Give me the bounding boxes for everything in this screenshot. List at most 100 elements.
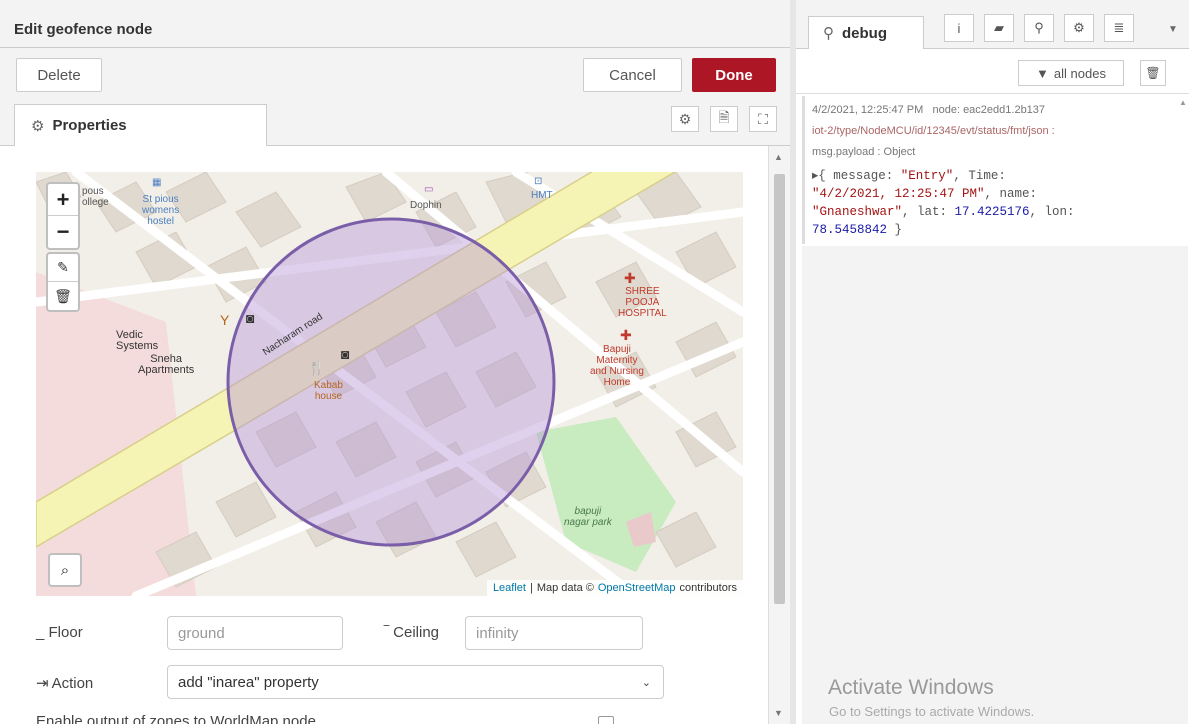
payload-text: , lon: [1029, 205, 1075, 219]
debug-message[interactable]: 4/2/2021, 12:25:47 PM node: eac2edd1.2b1… [802, 96, 1179, 244]
ceiling-label: ‾ Ceiling [384, 624, 440, 641]
enable-output-checkbox[interactable] [598, 716, 614, 724]
scroll-up-icon[interactable]: ▲ [774, 152, 783, 162]
hospital-icon: ✚ [620, 327, 632, 343]
gear-icon[interactable]: ⚙ [671, 106, 699, 132]
shop-icon: ▭ [424, 184, 434, 195]
debug-meta-row: 4/2/2021, 12:25:47 PM node: eac2edd1.2b1… [812, 100, 1179, 121]
edit-tray: Edit geofence node Delete Cancel Done ⚙ … [0, 0, 790, 724]
map-label-hmt: HMT [531, 190, 553, 201]
map-label-dophin: Dophin [410, 200, 442, 211]
payload-string: "4/2/2021, 12:25:47 PM" [812, 187, 985, 201]
action-select-value: add "inarea" property [178, 673, 319, 691]
edit-icon[interactable]: ✎ [48, 254, 78, 282]
tab-debug[interactable]: ⚲ debug [808, 16, 924, 49]
database-icon[interactable]: ≣ [1104, 14, 1134, 42]
map-label-maternity: Bapuji Maternity and Nursing Home [590, 344, 644, 388]
payload-number: 78.5458842 [812, 223, 888, 237]
bar-icon: Y [220, 312, 230, 328]
debug-topic: iot-2/type/NodeMCU/id/12345/evt/status/f… [812, 125, 1055, 137]
payload-text: } [887, 223, 903, 237]
chevron-down-icon[interactable]: ▼ [1168, 24, 1178, 35]
attribution-separator: | [529, 582, 533, 594]
floor-label: _ Floor [36, 624, 83, 641]
map-label-park: bapuji nagar park [564, 506, 612, 528]
watermark-title: Activate Windows [828, 676, 994, 699]
payload-text: , lat: [902, 205, 955, 219]
enable-output-label: Enable output of zones to WorldMap node [36, 713, 316, 724]
geofence-map[interactable]: + − ✎ 🗑 ⌕ pous ollege St pious womens ho… [36, 172, 743, 596]
tab-properties[interactable]: ⚙ Properties [14, 104, 267, 146]
document-icon[interactable]: 🗎 [710, 106, 738, 132]
map-attribution: Leaflet | Map data © OpenStreetMap contr… [486, 580, 743, 596]
tab-properties-label: Properties [52, 117, 127, 134]
debug-payload[interactable]: ▸{ message: "Entry", Time: "4/2/2021, 12… [812, 167, 1179, 239]
debug-payload-type: msg.payload : Object [812, 146, 916, 158]
hospital-icon: ✚ [624, 270, 636, 286]
frame-icon[interactable]: ⛶ [749, 106, 777, 132]
map-label-vedic: Vedic Systems [116, 329, 159, 352]
tray-title: Edit geofence node [14, 21, 153, 38]
book-icon[interactable]: ▰ [984, 14, 1014, 42]
trash-icon[interactable]: 🗑 [48, 282, 78, 310]
chevron-down-icon: ⌄ [641, 676, 651, 689]
map-label-kabab: Kabab house [314, 380, 343, 402]
payload-text: , name: [984, 187, 1038, 201]
payload-number: 17.4225176 [954, 205, 1030, 219]
restaurant-icon: 🍴 [308, 360, 326, 376]
done-button[interactable]: Done [692, 58, 776, 92]
tray-scrollbar[interactable]: ▲ ▼ [768, 146, 790, 724]
sign-in-icon: ⇥ [36, 675, 49, 692]
search-icon[interactable]: ⌕ [48, 553, 82, 587]
trash-icon: 🗑 [1145, 66, 1161, 80]
scroll-down-icon[interactable]: ▼ [774, 708, 783, 718]
gear-icon: ⚙ [31, 117, 45, 135]
payload-text: ▸{ message: [812, 169, 901, 183]
attribution-contributors: contributors [679, 582, 737, 594]
zoom-in-button[interactable]: + [48, 184, 78, 216]
debug-empty-area [802, 246, 1188, 724]
scroll-up-icon[interactable]: ▲ [1179, 98, 1187, 107]
action-label: Action [51, 674, 94, 692]
delete-button[interactable]: Delete [16, 58, 102, 92]
debug-timestamp: 4/2/2021, 12:25:47 PM [812, 104, 924, 116]
app-root: Edit geofence node Delete Cancel Done ⚙ … [0, 0, 1189, 724]
cancel-button[interactable]: Cancel [583, 58, 682, 92]
ceiling-input[interactable]: infinity [465, 616, 643, 650]
zoom-control: + − [46, 182, 80, 250]
osm-link[interactable]: OpenStreetMap [598, 582, 676, 594]
attribution-text: Map data © [536, 582, 594, 594]
action-select[interactable]: add "inarea" property ⌄ [167, 665, 664, 699]
payload-text: , Time: [953, 169, 1006, 183]
filter-icon: ▼ [1036, 65, 1049, 81]
payload-string: "Entry" [900, 169, 954, 183]
sidebar: ⚲ debug i ▰ ⚲ ⚙ ≣ ▼ ▼ all nodes 🗑 4/2/20… [796, 0, 1189, 724]
leaflet-link[interactable]: Leaflet [493, 582, 526, 594]
action-label-row: ⇥ Action [36, 674, 94, 693]
draw-toolbar: ✎ 🗑 [46, 252, 80, 312]
bug-icon: ⚲ [823, 25, 834, 42]
debug-toolbar [796, 50, 1189, 94]
map-label-sneha: Sneha Apartments [138, 353, 195, 376]
school-icon: ▦ [152, 177, 162, 188]
watermark-subtitle: Go to Settings to activate Windows. [829, 704, 1035, 719]
debug-node-id[interactable]: node: eac2edd1.2b137 [932, 104, 1045, 116]
map-label-hostel: St pious womens hostel [142, 194, 180, 227]
filter-all-nodes-button[interactable]: ▼ all nodes [1018, 60, 1124, 86]
scroll-thumb[interactable] [774, 174, 785, 604]
map-label-college: pous ollege [82, 186, 109, 208]
payload-string: "Gnaneshwar" [812, 205, 903, 219]
clear-debug-button[interactable]: 🗑 [1140, 60, 1166, 86]
cinema-icon: ◙ [341, 346, 350, 362]
gear-icon[interactable]: ⚙ [1064, 14, 1094, 42]
tray-header: Edit geofence node [0, 0, 790, 48]
info-icon[interactable]: i [944, 14, 974, 42]
tab-debug-label: debug [842, 24, 887, 42]
zoom-out-button[interactable]: − [48, 216, 78, 248]
all-nodes-label: all nodes [1053, 65, 1106, 81]
cinema-icon: ◙ [246, 310, 255, 326]
bus-icon: ⊡ [534, 176, 543, 187]
bug-icon[interactable]: ⚲ [1024, 14, 1054, 42]
map-label-hospital: SHREE POOJA HOSPITAL [618, 286, 667, 319]
floor-input[interactable]: ground [167, 616, 343, 650]
